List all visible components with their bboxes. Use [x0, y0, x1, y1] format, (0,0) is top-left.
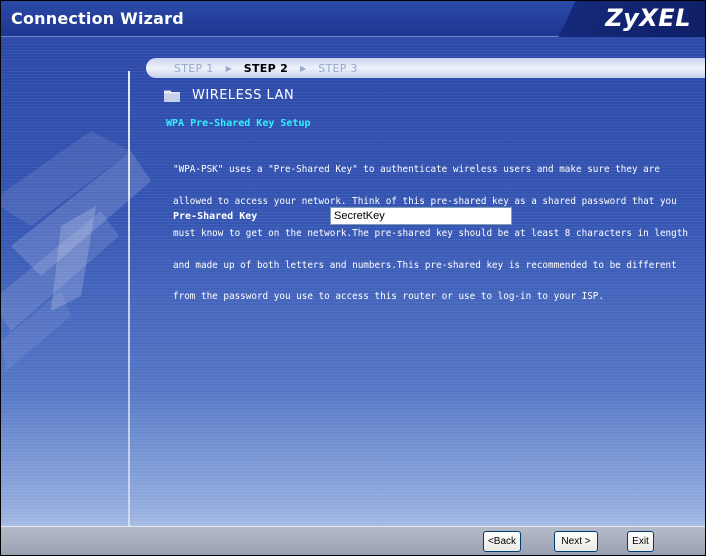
step-2-current: STEP 2 — [243, 61, 289, 75]
psk-label: Pre-Shared Key — [173, 211, 258, 222]
exit-button[interactable]: Exit — [627, 531, 654, 552]
description-line: and made up of both letters and numbers.… — [173, 259, 677, 271]
divider-line — [128, 71, 130, 531]
description-line: allowed to access your network. Think of… — [173, 195, 677, 207]
step-arrow-icon: ▶ — [225, 63, 232, 73]
title-bar: Connection Wizard ZyXEL — [1, 1, 705, 37]
step-arrow-icon: ▶ — [300, 63, 307, 73]
footer-bar: <Back Next > Exit — [1, 526, 705, 555]
zyxel-logo: ZyXEL — [605, 4, 691, 32]
description-line: from the password you use to access this… — [173, 291, 604, 303]
app-title: Connection Wizard — [11, 9, 184, 28]
description-line: "WPA-PSK" uses a "Pre-Shared Key" to aut… — [173, 164, 660, 176]
logo-band: ZyXEL — [555, 1, 705, 37]
back-button[interactable]: <Back — [483, 531, 521, 552]
setup-title: WPA Pre-Shared Key Setup — [166, 118, 311, 129]
psk-input[interactable] — [330, 207, 512, 225]
wizard-steps: STEP 1 ▶ STEP 2 ▶ STEP 3 — [146, 58, 705, 78]
decorative-swoosh-graphic — [1, 131, 151, 371]
section-heading: WIRELESS LAN — [164, 87, 294, 103]
step-1: STEP 1 — [174, 61, 214, 75]
step-3: STEP 3 — [318, 61, 358, 75]
description-line: must know to get on the network.The pre-… — [173, 227, 688, 239]
folder-icon — [164, 90, 180, 102]
section-title: WIRELESS LAN — [192, 87, 295, 103]
wizard-window: Connection Wizard ZyXEL STEP 1 ▶ STEP 2 … — [0, 0, 706, 556]
next-button[interactable]: Next > — [554, 531, 598, 552]
description-text: "WPA-PSK" uses a "Pre-Shared Key" to aut… — [173, 144, 693, 324]
